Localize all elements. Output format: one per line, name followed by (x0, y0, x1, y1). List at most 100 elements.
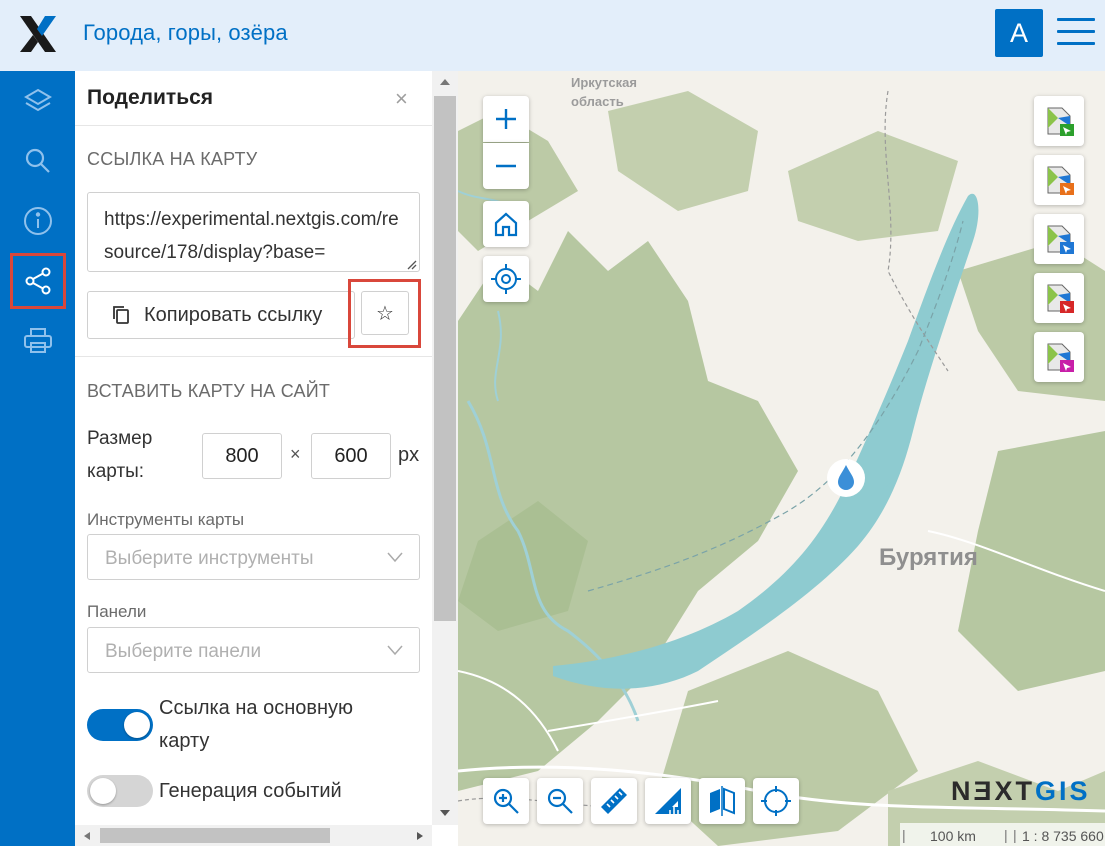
measure-distance-button[interactable] (591, 778, 637, 824)
brand-n: N (951, 776, 974, 806)
scrollbar-thumb[interactable] (434, 96, 456, 621)
zoom-in-icon (493, 788, 519, 814)
layer-identify-icon (1047, 166, 1074, 195)
swipe-icon (710, 786, 735, 816)
panel-vertical-scrollbar[interactable] (432, 71, 458, 825)
locate-me-button[interactable] (483, 256, 529, 302)
map-height-input[interactable]: 600 (311, 433, 391, 479)
region-label-buryatia: Бурятия (879, 544, 978, 571)
share-button[interactable] (10, 253, 66, 309)
panels-placeholder: Выберите панели (105, 641, 262, 662)
ruler-icon (601, 788, 627, 814)
generate-events-toggle[interactable] (87, 775, 153, 807)
layer-tool-button-2[interactable] (1034, 155, 1084, 205)
plus-icon (496, 109, 516, 129)
close-panel-button[interactable]: × (395, 86, 408, 112)
embed-section-title: ВСТАВИТЬ КАРТУ НА САЙТ (87, 381, 331, 401)
favorite-star-button[interactable]: ☆ (361, 291, 409, 335)
basemap-tiles[interactable] (458, 71, 1105, 846)
menu-line (1057, 42, 1095, 45)
copy-link-button[interactable]: Копировать ссылку (87, 291, 355, 339)
user-avatar-button[interactable]: A (995, 9, 1043, 57)
layers-icon (24, 88, 52, 112)
main-menu-button[interactable] (1057, 18, 1095, 50)
scroll-down-icon[interactable] (439, 809, 451, 817)
measure-area-button[interactable] (645, 778, 691, 824)
map-tools-placeholder: Выберите инструменты (105, 548, 314, 569)
menu-line (1057, 30, 1095, 33)
scale-distance: 100 km (930, 828, 976, 844)
layer-identify-icon (1047, 107, 1074, 136)
generate-events-label: Генерация событий (159, 780, 342, 802)
scrollbar-thumb[interactable] (100, 828, 330, 843)
info-icon (24, 207, 52, 235)
menu-line (1057, 18, 1095, 21)
minus-icon (496, 164, 516, 168)
geolocation-icon (491, 264, 521, 294)
map-view[interactable]: Иркутская область Бурятия NƎXTGIS | 100 … (458, 71, 1105, 846)
layer-identify-icon (1047, 343, 1074, 372)
region-label-irkutsk-line2: область (571, 94, 624, 109)
brand-gis: GIS (1035, 776, 1091, 806)
scale-line: | 100 km | | 1 : 8 735 660 (900, 823, 1105, 846)
search-button[interactable] (10, 133, 66, 189)
print-icon (24, 328, 52, 353)
show-coordinates-button[interactable] (753, 778, 799, 824)
panels-label: Панели (87, 602, 147, 621)
swipe-compare-button[interactable] (699, 778, 745, 824)
map-size-label-line2: карты: (87, 461, 145, 482)
layer-identify-icon (1047, 225, 1074, 254)
map-link-textarea[interactable]: https://experimental.nextgis.com/resourc… (87, 192, 420, 272)
panel-title: Поделиться (87, 86, 214, 109)
panel-header: Поделиться × (75, 71, 432, 126)
times-sign: × (290, 444, 301, 464)
share-panel: Поделиться × ССЫЛКА НА КАРТУ https://exp… (75, 71, 432, 846)
zoom-out-box-button[interactable] (537, 778, 583, 824)
layers-button[interactable] (10, 73, 66, 129)
resize-handle-icon[interactable] (405, 258, 417, 270)
toggle-knob (90, 778, 116, 804)
initial-extent-button[interactable] (483, 201, 529, 247)
layer-tool-button-4[interactable] (1034, 273, 1084, 323)
scroll-right-icon[interactable] (416, 831, 424, 841)
scroll-left-icon[interactable] (83, 831, 91, 841)
copy-link-label: Копировать ссылку (144, 303, 323, 326)
chevron-down-icon (387, 552, 403, 563)
section-divider (75, 356, 432, 357)
region-label-irkutsk-line1: Иркутская (571, 75, 637, 90)
panel-horizontal-scrollbar[interactable] (75, 825, 432, 846)
highlight-frame: ☆ (348, 279, 421, 348)
share-icon (25, 267, 51, 295)
layer-tool-button-5[interactable] (1034, 332, 1084, 382)
search-icon (25, 148, 50, 173)
map-link-section-title: ССЫЛКА НА КАРТУ (87, 149, 258, 169)
area-ruler-icon (655, 788, 681, 814)
map-size-label-line1: Размер (87, 428, 153, 449)
print-button[interactable] (10, 313, 66, 369)
layer-tool-button-1[interactable] (1034, 96, 1084, 146)
nextgis-logo-icon[interactable] (18, 14, 58, 54)
map-tools-label: Инструменты карты (87, 510, 245, 529)
zoom-in-box-button[interactable] (483, 778, 529, 824)
main-map-link-toggle[interactable] (87, 709, 153, 741)
map-tools-select[interactable]: Выберите инструменты (87, 534, 420, 580)
copy-icon (113, 306, 129, 324)
layer-tool-button-3[interactable] (1034, 214, 1084, 264)
main-map-link-label-line1: Ссылка на основную (159, 697, 354, 719)
panels-select[interactable]: Выберите панели (87, 627, 420, 673)
info-button[interactable] (10, 193, 66, 249)
brand-e: Ǝ (973, 776, 995, 806)
zoom-out-icon (547, 788, 573, 814)
scale-ratio: 1 : 8 735 660 (1022, 828, 1104, 844)
left-toolbar (0, 71, 75, 846)
brand-xt: XT (994, 776, 1036, 806)
top-bar: Города, горы, озёра A (0, 0, 1105, 71)
home-icon (494, 212, 518, 237)
crosshair-icon (761, 786, 791, 816)
map-width-input[interactable]: 800 (202, 433, 282, 479)
chevron-down-icon (387, 645, 403, 656)
zoom-out-button[interactable] (483, 143, 529, 189)
scroll-up-icon[interactable] (439, 78, 451, 86)
zoom-in-button[interactable] (483, 96, 529, 142)
nextgis-brand-logo: NƎXTGIS (951, 776, 1091, 807)
